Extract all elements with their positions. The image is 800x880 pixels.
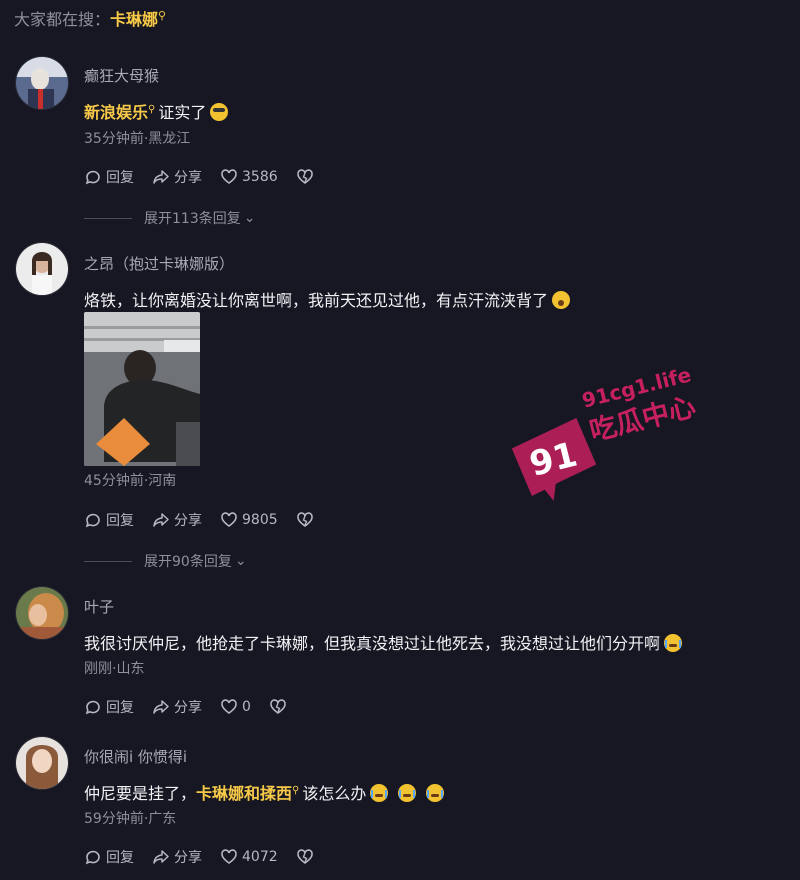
heart-icon [221, 699, 237, 714]
dislike-heart-icon [296, 849, 313, 864]
comment-actions: 回复 分享 4072 [84, 847, 336, 867]
crying-emoji-icon [370, 784, 389, 802]
like-count: 3586 [242, 169, 278, 185]
comment-author[interactable]: 癫狂大母猴 [84, 65, 159, 86]
heart-icon [221, 512, 237, 527]
share-label: 分享 [174, 513, 202, 529]
search-icon: ⚲ [158, 8, 167, 22]
dislike-heart-icon [296, 512, 313, 527]
crying-emoji-icon [426, 784, 445, 802]
share-button[interactable]: 分享 [152, 167, 202, 187]
like-count: 0 [242, 699, 251, 715]
comment-text: 烙铁，让你离婚没让你离世啊，我前天还见过他，有点汗流浃背了 [84, 287, 571, 311]
search-hint-prefix: 大家都在搜： [14, 10, 111, 29]
divider-line [84, 217, 132, 219]
share-icon [153, 513, 169, 527]
comment-author[interactable]: 叶子 [84, 596, 114, 617]
avatar[interactable] [15, 736, 69, 790]
like-button[interactable]: 4072 [220, 848, 278, 866]
divider-line [84, 560, 132, 562]
search-icon: ⚲ [292, 784, 300, 796]
chevron-down-icon: ⌄ [243, 210, 256, 226]
search-icon: ⚲ [148, 103, 156, 115]
comment-text-body: 烙铁，让你离婚没让你离世啊，我前天还见过他，有点汗流浃背了 [84, 291, 549, 310]
comment-icon [85, 170, 100, 185]
heart-icon [221, 169, 237, 184]
watermark-logo: 91 91cg1.life 吃瓜中心 [503, 362, 708, 504]
comment-text-body: 我很讨厌仲尼，他抢走了卡琳娜，但我真没想过让他死去，我没想过让他们分开啊 [84, 634, 661, 653]
share-label: 分享 [174, 700, 202, 716]
dislike-button[interactable] [296, 511, 318, 529]
comment-actions: 回复 分享 9805 [84, 510, 336, 530]
comment-author[interactable]: 之昂（抱过卡琳娜版） [84, 253, 234, 274]
comment-link[interactable]: 新浪娱乐 [84, 103, 148, 122]
share-button[interactable]: 分享 [152, 847, 202, 867]
comment-photo[interactable] [84, 312, 200, 466]
avatar-image [16, 737, 68, 789]
avatar-image [16, 587, 68, 639]
share-button[interactable]: 分享 [152, 697, 202, 717]
like-button[interactable]: 0 [220, 698, 251, 716]
avatar[interactable] [15, 586, 69, 640]
avatar-image [16, 243, 68, 295]
crying-emoji-icon [398, 784, 417, 802]
comment-icon [85, 513, 100, 528]
dislike-heart-icon [296, 169, 313, 184]
reply-button[interactable]: 回复 [84, 847, 134, 867]
comment-author[interactable]: 你很闹i 你惯得i [84, 746, 187, 767]
avatar-image [16, 57, 68, 109]
comment-text-after: 该怎么办 [302, 784, 367, 803]
reply-button[interactable]: 回复 [84, 167, 134, 187]
comment-text: 仲尼要是挂了，卡琳娜和揉西⚲ 该怎么办 [84, 780, 445, 804]
search-hint-keyword[interactable]: 卡琳娜 [110, 10, 158, 29]
dislike-button[interactable] [296, 848, 318, 866]
comment-icon [85, 850, 100, 865]
comment-photo-image [84, 312, 200, 466]
expand-replies-label: 展开90条回复 [144, 554, 232, 570]
comment-link[interactable]: 卡琳娜和揉西 [196, 784, 292, 803]
like-button[interactable]: 9805 [220, 511, 278, 529]
chevron-down-icon: ⌄ [234, 553, 247, 569]
comment-text-before: 仲尼要是挂了， [84, 784, 197, 803]
share-label: 分享 [174, 170, 202, 186]
expand-replies-label: 展开113条回复 [144, 211, 241, 227]
reply-label: 回复 [106, 170, 134, 186]
dislike-button[interactable] [296, 168, 318, 186]
like-count: 4072 [242, 849, 278, 865]
dislike-button[interactable] [269, 698, 291, 716]
avatar[interactable] [15, 242, 69, 296]
expand-replies-button[interactable]: 展开113条回复 ⌄ [84, 208, 255, 228]
comment-meta: 35分钟前·黑龙江 [84, 131, 191, 147]
heart-icon [221, 849, 237, 864]
like-button[interactable]: 3586 [220, 168, 278, 186]
comment-actions: 回复 分享 0 [84, 697, 309, 717]
comment-meta: 刚刚·山东 [84, 661, 145, 677]
comment-actions: 回复 分享 3586 [84, 167, 336, 187]
crying-emoji-icon [664, 634, 683, 652]
sunglasses-emoji-icon [210, 103, 229, 121]
comment-text: 我很讨厌仲尼，他抢走了卡琳娜，但我真没想过让他死去，我没想过让他们分开啊 [84, 630, 683, 654]
scream-emoji-icon [552, 291, 571, 309]
reply-button[interactable]: 回复 [84, 510, 134, 530]
avatar[interactable] [15, 56, 69, 110]
share-label: 分享 [174, 850, 202, 866]
dislike-heart-icon [270, 699, 286, 714]
reply-label: 回复 [106, 850, 134, 866]
share-button[interactable]: 分享 [152, 510, 202, 530]
comment-text-after: 证实了 [158, 103, 207, 122]
like-count: 9805 [242, 512, 278, 528]
search-hint[interactable]: 大家都在搜：卡琳娜⚲ [14, 6, 169, 30]
reply-button[interactable]: 回复 [84, 697, 134, 717]
comment-text: 新浪娱乐⚲ 证实了 [84, 99, 229, 123]
comment-meta: 59分钟前·广东 [84, 811, 177, 827]
comment-meta: 45分钟前·河南 [84, 473, 177, 489]
share-icon [153, 850, 169, 864]
expand-replies-button[interactable]: 展开90条回复 ⌄ [84, 551, 247, 571]
share-icon [153, 700, 169, 714]
comment-icon [85, 700, 100, 715]
reply-label: 回复 [106, 700, 134, 716]
share-icon [153, 170, 169, 184]
reply-label: 回复 [106, 513, 134, 529]
